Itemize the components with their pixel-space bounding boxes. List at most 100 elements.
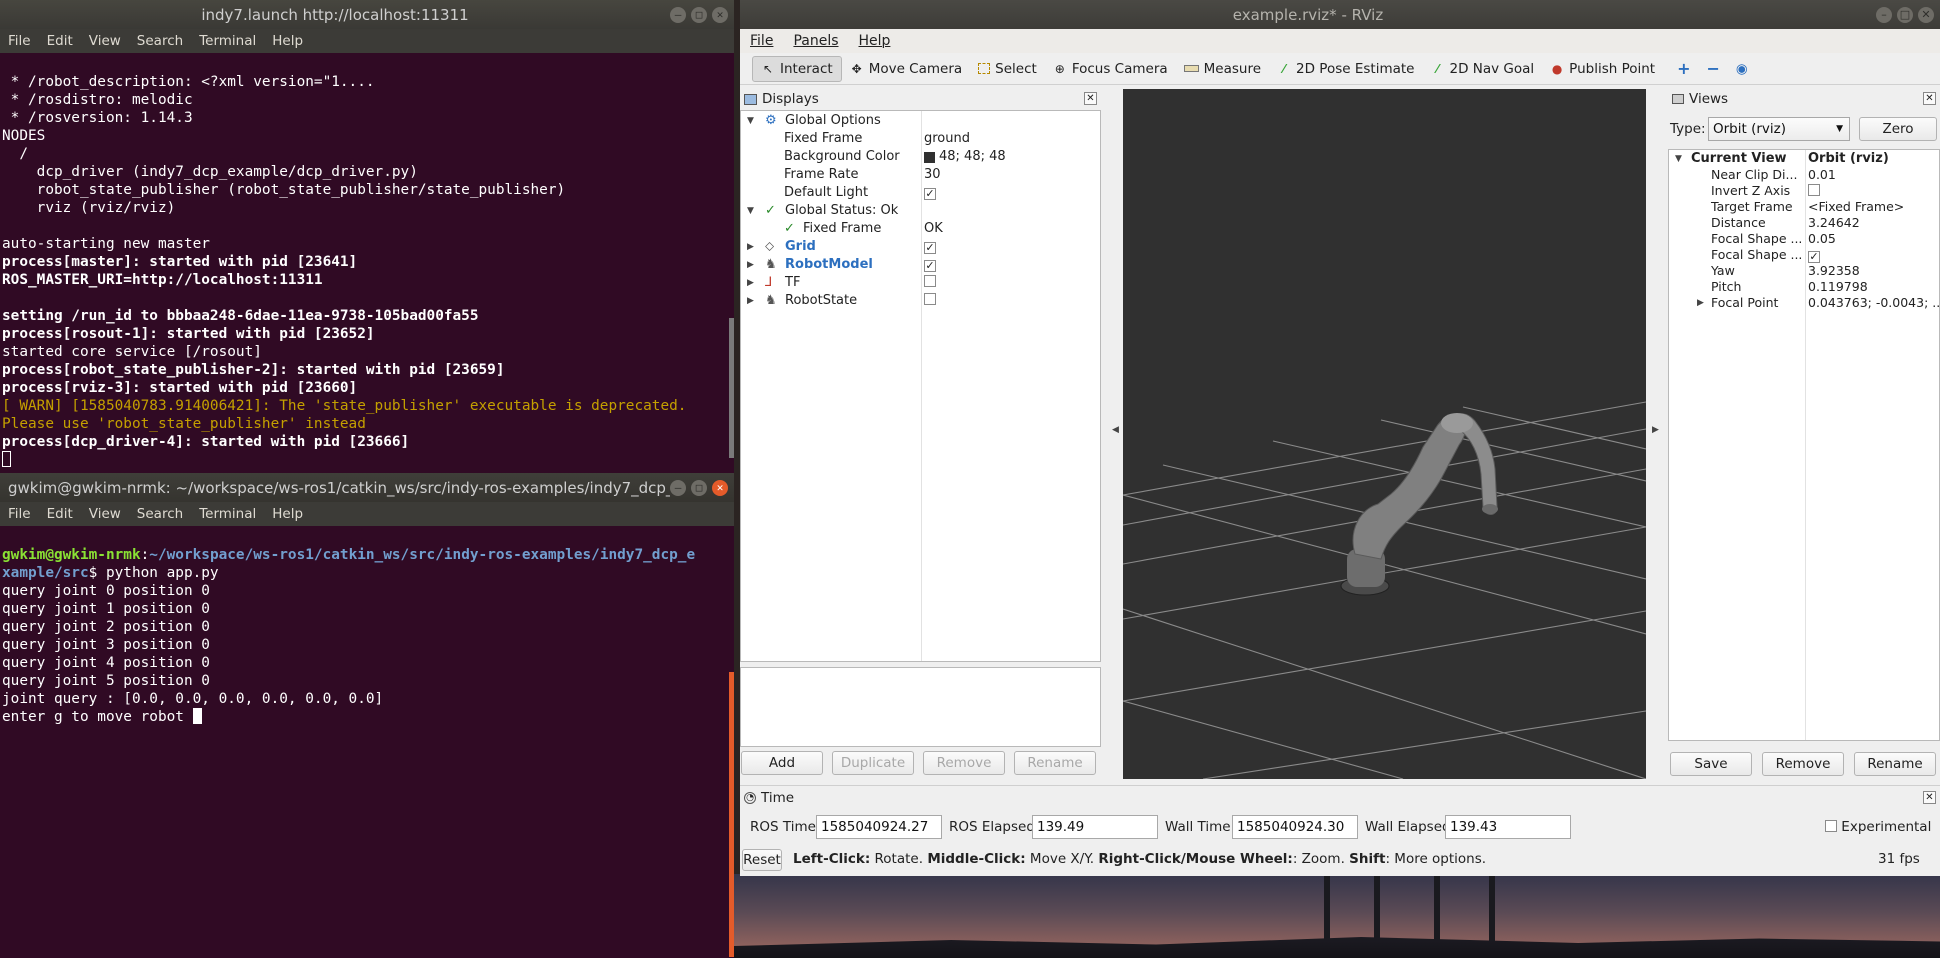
tool-2d-pose-estimate[interactable]: ⁄ 2D Pose Estimate xyxy=(1269,57,1422,81)
duplicate-display-button[interactable]: Duplicate xyxy=(832,751,914,775)
close-panel-icon[interactable]: ✕ xyxy=(1084,92,1097,105)
maximize-icon[interactable]: □ xyxy=(691,6,707,23)
eye-icon[interactable]: ◉ xyxy=(1728,57,1756,81)
terminal-window-launch[interactable]: indy7.launch http://localhost:11311 – □ … xyxy=(0,0,734,473)
ros-elapsed-field[interactable]: 139.49 xyxy=(1032,815,1158,839)
menu-terminal[interactable]: Terminal xyxy=(191,33,264,49)
menu-help[interactable]: Help xyxy=(264,33,311,49)
terminal-title-bar[interactable]: gwkim@gwkim-nrmk: ~/workspace/ws-ros1/ca… xyxy=(0,473,734,502)
terminal-title-bar[interactable]: indy7.launch http://localhost:11311 – □ … xyxy=(0,0,734,29)
view-properties-tree[interactable]: ▼ Current View Orbit (rviz) Near Clip Di..… xyxy=(1668,149,1940,741)
wall-time-field[interactable]: 1585040924.30 xyxy=(1232,815,1358,839)
expand-arrow-icon[interactable]: ▶ xyxy=(747,256,754,274)
remove-view-button[interactable]: Remove xyxy=(1762,752,1844,776)
terminal-window-app[interactable]: gwkim@gwkim-nrmk: ~/workspace/ws-ros1/ca… xyxy=(0,473,734,958)
expand-arrow-icon[interactable]: ▶ xyxy=(1697,295,1704,311)
prop-frame-rate[interactable]: Frame Rate 30 xyxy=(741,166,1100,184)
remove-tool-button[interactable]: − xyxy=(1699,55,1728,82)
checkbox-checked[interactable]: ✓ xyxy=(1808,251,1820,263)
checkbox-checked[interactable]: ✓ xyxy=(924,260,936,272)
menu-edit[interactable]: Edit xyxy=(39,506,81,522)
save-view-button[interactable]: Save xyxy=(1670,752,1752,776)
add-tool-button[interactable]: + xyxy=(1663,55,1698,82)
menu-help[interactable]: Help xyxy=(264,506,311,522)
prop-default-light[interactable]: Default Light ✓ xyxy=(741,184,1100,202)
menu-terminal[interactable]: Terminal xyxy=(191,506,264,522)
close-panel-icon[interactable]: ✕ xyxy=(1923,791,1936,804)
terminal-scrollbar[interactable] xyxy=(729,318,734,458)
tool-focus-camera[interactable]: ⊕ Focus Camera xyxy=(1045,57,1176,81)
display-robot-model[interactable]: ▶ ♞ RobotModel ✓ xyxy=(741,256,1100,274)
menu-help[interactable]: Help xyxy=(849,33,901,49)
collapse-arrow-icon[interactable]: ▼ xyxy=(1675,151,1682,167)
maximize-icon[interactable]: □ xyxy=(691,479,707,496)
close-icon[interactable]: ✕ xyxy=(712,479,728,496)
tool-publish-point[interactable]: ● Publish Point xyxy=(1542,57,1663,81)
view-type-select[interactable]: Orbit (rviz) ▼ xyxy=(1708,117,1850,141)
add-display-button[interactable]: Add xyxy=(741,751,823,775)
prop-focal-point[interactable]: ▶ Focal Point 0.043763; -0.0043; ... xyxy=(1669,295,1940,311)
prop-focal-shape-fixed[interactable]: Focal Shape ... ✓ xyxy=(1669,247,1939,263)
prop-near-clip[interactable]: Near Clip Di... 0.01 xyxy=(1669,167,1939,183)
menu-file[interactable]: File xyxy=(740,33,783,49)
terminal-scrollbar[interactable] xyxy=(729,672,734,957)
right-splitter-arrow-icon[interactable]: ▶ xyxy=(1652,425,1659,435)
menu-search[interactable]: Search xyxy=(129,33,191,49)
prop-fixed-frame[interactable]: Fixed Frame ground xyxy=(741,130,1100,148)
prop-target-frame[interactable]: Target Frame <Fixed Frame> xyxy=(1669,199,1939,215)
menu-panels[interactable]: Panels xyxy=(783,33,848,49)
3d-viewport[interactable] xyxy=(1123,89,1646,779)
display-tf[interactable]: ▶ ⅃ TF xyxy=(741,274,1100,292)
display-robot-state[interactable]: ▶ ♞ RobotState xyxy=(741,292,1100,310)
prop-pitch[interactable]: Pitch 0.119798 xyxy=(1669,279,1939,295)
close-icon[interactable]: ✕ xyxy=(712,6,728,23)
close-icon[interactable]: ✕ xyxy=(1918,6,1934,23)
menu-view[interactable]: View xyxy=(81,33,129,49)
prop-distance[interactable]: Distance 3.24642 xyxy=(1669,215,1939,231)
ros-time-field[interactable]: 1585040924.27 xyxy=(816,815,942,839)
tool-measure[interactable]: Measure xyxy=(1176,57,1269,81)
menu-file[interactable]: File xyxy=(0,506,39,522)
checkbox-checked[interactable]: ✓ xyxy=(924,242,936,254)
minimize-icon[interactable]: – xyxy=(670,6,686,23)
checkbox-unchecked[interactable] xyxy=(924,293,936,305)
tool-interact[interactable]: ↖ Interact xyxy=(752,55,842,82)
tool-select[interactable]: Select xyxy=(970,57,1045,81)
menu-search[interactable]: Search xyxy=(129,506,191,522)
collapse-arrow-icon[interactable]: ▼ xyxy=(747,202,754,220)
displays-tree[interactable]: ▼ ⚙ Global Options Fixed Frame ground Backg… xyxy=(740,110,1101,662)
tool-move-camera[interactable]: ✥ Move Camera xyxy=(842,57,970,81)
prop-yaw[interactable]: Yaw 3.92358 xyxy=(1669,263,1939,279)
tree-row-global-options[interactable]: ▼ ⚙ Global Options xyxy=(741,112,1100,130)
minimize-icon[interactable]: – xyxy=(1876,6,1892,23)
display-grid[interactable]: ▶ ⬦ Grid ✓ xyxy=(741,238,1100,256)
checkbox-checked[interactable]: ✓ xyxy=(924,188,936,200)
expand-arrow-icon[interactable]: ▶ xyxy=(747,274,754,292)
prop-status-fixed-frame[interactable]: ✓ Fixed Frame OK xyxy=(741,220,1100,238)
expand-arrow-icon[interactable]: ▶ xyxy=(747,292,754,310)
terminal-output[interactable]: * /robot_description: <?xml version="1..… xyxy=(0,53,734,473)
checkbox-unchecked[interactable] xyxy=(1808,184,1820,196)
checkbox-unchecked[interactable] xyxy=(1825,820,1837,832)
reset-button[interactable]: Reset xyxy=(742,849,782,871)
checkbox-unchecked[interactable] xyxy=(924,275,936,287)
prop-background-color[interactable]: Background Color 48; 48; 48 xyxy=(741,148,1100,166)
rename-view-button[interactable]: Rename xyxy=(1854,752,1936,776)
rviz-title-bar[interactable]: example.rviz* - RViz – □ ✕ xyxy=(740,0,1940,29)
current-view-row[interactable]: ▼ Current View Orbit (rviz) xyxy=(1669,151,1939,167)
menu-file[interactable]: File xyxy=(0,33,39,49)
rename-display-button[interactable]: Rename xyxy=(1014,751,1096,775)
collapse-arrow-icon[interactable]: ▼ xyxy=(747,112,754,130)
tree-row-global-status[interactable]: ▼ ✓ Global Status: Ok xyxy=(741,202,1100,220)
zero-button[interactable]: Zero xyxy=(1859,117,1937,141)
prop-focal-shape-size[interactable]: Focal Shape ... 0.05 xyxy=(1669,231,1939,247)
tool-2d-nav-goal[interactable]: ⁄ 2D Nav Goal xyxy=(1423,57,1543,81)
close-panel-icon[interactable]: ✕ xyxy=(1923,92,1936,105)
prop-invert-z[interactable]: Invert Z Axis xyxy=(1669,183,1939,199)
wall-elapsed-field[interactable]: 139.43 xyxy=(1445,815,1571,839)
terminal-output[interactable]: gwkim@gwkim-nrmk:~/workspace/ws-ros1/cat… xyxy=(0,526,734,958)
rviz-window[interactable]: example.rviz* - RViz – □ ✕ File Panels H… xyxy=(740,0,1940,876)
remove-display-button[interactable]: Remove xyxy=(923,751,1005,775)
expand-arrow-icon[interactable]: ▶ xyxy=(747,238,754,256)
maximize-icon[interactable]: □ xyxy=(1897,6,1913,23)
